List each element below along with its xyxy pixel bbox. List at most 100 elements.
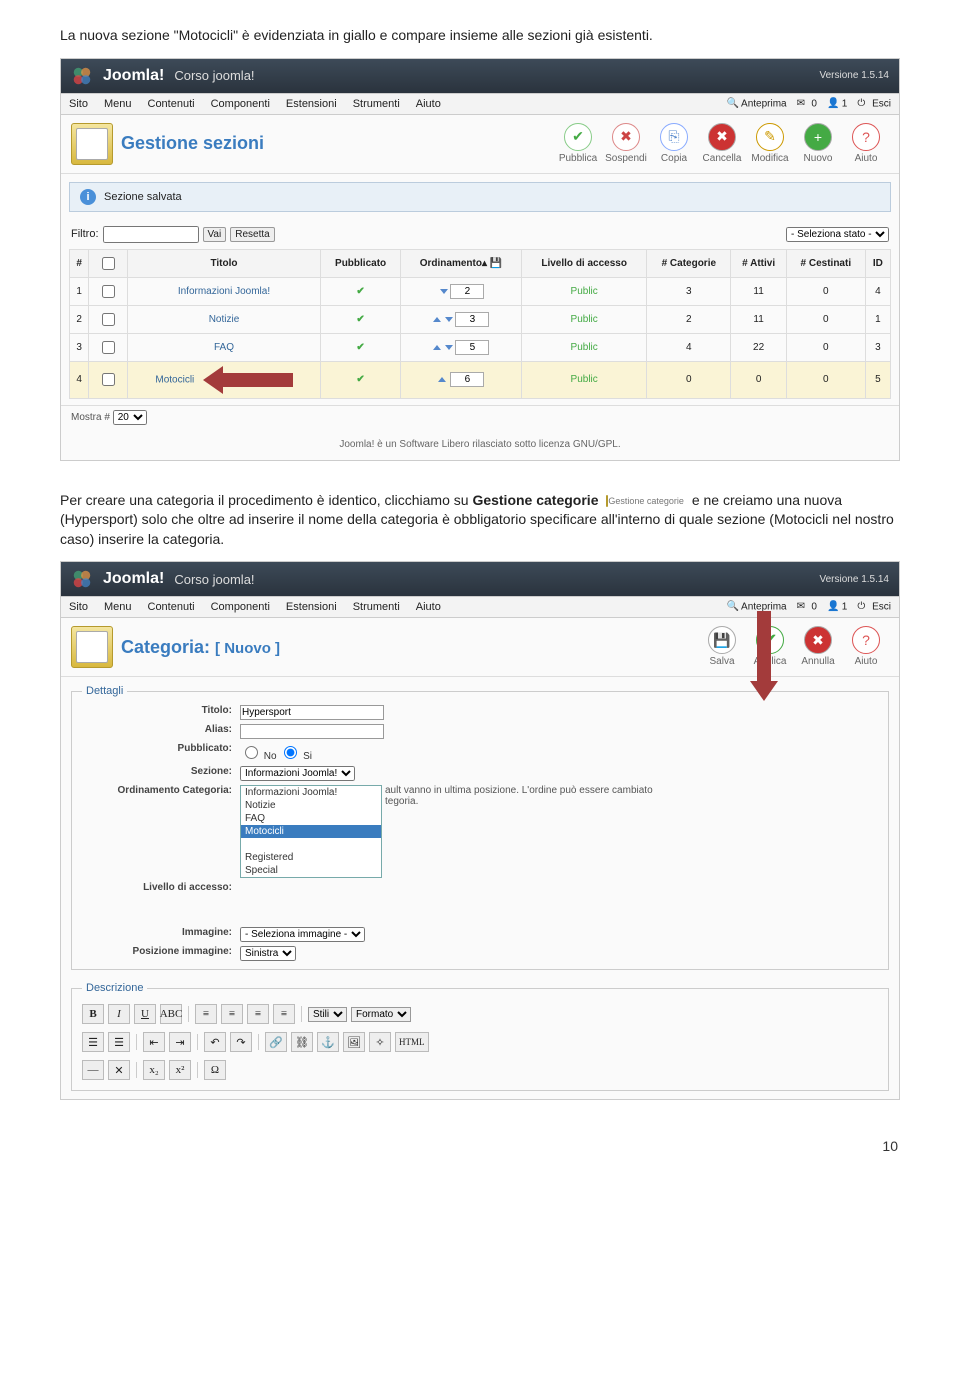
sup-button[interactable]: x² [169,1060,191,1080]
sezione-option[interactable] [241,838,381,851]
col-header[interactable]: Livello di accesso [522,249,647,277]
sezione-option[interactable]: Special [241,864,381,877]
check-all[interactable] [102,257,115,270]
redo-button[interactable]: ↷ [230,1032,252,1052]
select-immagine[interactable]: - Seleziona immagine - [240,927,365,942]
access-level[interactable]: Public [522,305,647,333]
strike-button[interactable]: ABC [160,1004,182,1024]
published-icon[interactable]: ✔ [356,374,364,385]
underline-button[interactable]: U [134,1004,156,1024]
col-header[interactable]: # Categorie [647,249,731,277]
tb-salva-button[interactable]: Salva [699,626,745,667]
order-input[interactable] [455,312,489,327]
menu-contenuti[interactable]: Contenuti [148,98,195,110]
tb-sospendi-button[interactable]: Sospendi [603,123,649,164]
select-imgpos[interactable]: Sinistra [240,946,296,961]
stili-select[interactable]: Stili [308,1007,347,1022]
order-up-icon[interactable] [433,345,441,350]
menu-aiuto[interactable]: Aiuto [416,98,441,110]
sezione-option[interactable]: Notizie [241,799,381,812]
published-icon[interactable]: ✔ [356,314,364,325]
go-button[interactable]: Vai [203,227,227,242]
menu-componenti[interactable]: Componenti [211,601,270,613]
row-title[interactable]: Notizie [127,305,321,333]
save-order-icon[interactable]: 💾 [490,258,502,269]
mostra-select[interactable]: 20 [113,410,147,425]
ol-button[interactable]: ☰ [108,1032,130,1052]
sezione-option[interactable]: Motocicli [241,825,381,838]
row-checkbox[interactable] [102,285,115,298]
row-checkbox[interactable] [102,341,115,354]
radio-si[interactable] [284,746,297,759]
select-sezione[interactable]: Informazioni Joomla! [240,766,355,781]
row-checkbox[interactable] [102,313,115,326]
sezione-dropdown-open[interactable]: Informazioni Joomla!NotizieFAQMotocicli … [240,785,382,878]
col-header[interactable]: Pubblicato [321,249,401,277]
order-down-icon[interactable] [440,289,448,294]
char-button[interactable]: Ω [204,1060,226,1080]
order-input[interactable] [450,372,484,387]
menu-menu[interactable]: Menu [104,601,132,613]
remove-format-button[interactable]: ✕ [108,1060,130,1080]
align-justify-button[interactable]: ≡ [273,1004,295,1024]
indent-button[interactable]: ⇥ [169,1032,191,1052]
order-up-icon[interactable] [433,317,441,322]
align-left-button[interactable]: ≡ [195,1004,217,1024]
tb-aiuto-button[interactable]: Aiuto [843,123,889,164]
formato-select[interactable]: Formato [351,1007,411,1022]
link-button[interactable]: 🔗 [265,1032,287,1052]
menu-aiuto[interactable]: Aiuto [416,601,441,613]
anchor-button[interactable]: ⚓ [317,1032,339,1052]
access-level[interactable]: Public [522,333,647,361]
sezione-option[interactable]: Registered [241,851,381,864]
input-alias[interactable] [240,724,384,739]
menu-sito[interactable]: Sito [69,601,88,613]
italic-button[interactable]: I [108,1004,130,1024]
menu-estensioni[interactable]: Estensioni [286,601,337,613]
col-header[interactable]: Titolo [127,249,321,277]
outdent-button[interactable]: ⇤ [143,1032,165,1052]
radio-no[interactable] [245,746,258,759]
logout-link[interactable]: Esci [872,98,891,109]
row-title[interactable]: Motocicli [127,361,321,398]
anteprima-link[interactable]: Anteprima [741,98,787,109]
state-filter[interactable]: - Seleziona stato - [786,227,889,242]
tb-modifica-button[interactable]: Modifica [747,123,793,164]
col-header[interactable] [89,249,127,277]
access-level[interactable]: Public [522,277,647,305]
tb-annulla-button[interactable]: Annulla [795,626,841,667]
col-header[interactable]: # Attivi [731,249,787,277]
col-header[interactable]: Ordinamento▴ 💾 [400,249,521,277]
menu-contenuti[interactable]: Contenuti [148,601,195,613]
logout-link[interactable]: Esci [872,602,891,613]
image-button[interactable]: 🖼 [343,1032,365,1052]
sub-button[interactable]: x₂ [143,1060,165,1080]
order-input[interactable] [455,340,489,355]
filter-input[interactable] [103,226,199,243]
sezione-option[interactable]: FAQ [241,812,381,825]
menu-menu[interactable]: Menu [104,98,132,110]
clean-button[interactable]: ✧ [369,1032,391,1052]
col-header[interactable]: ID [865,249,890,277]
menu-strumenti[interactable]: Strumenti [353,98,400,110]
align-center-button[interactable]: ≡ [221,1004,243,1024]
row-title[interactable]: FAQ [127,333,321,361]
html-button[interactable]: HTML [395,1032,429,1052]
order-input[interactable] [450,284,484,299]
order-down-icon[interactable] [445,345,453,350]
tb-cancella-button[interactable]: Cancella [699,123,745,164]
access-level[interactable]: Public [522,361,647,398]
order-down-icon[interactable] [445,317,453,322]
menu-sito[interactable]: Sito [69,98,88,110]
undo-button[interactable]: ↶ [204,1032,226,1052]
col-header[interactable]: # Cestinati [786,249,865,277]
sezione-option[interactable]: Informazioni Joomla! [241,786,381,799]
order-up-icon[interactable] [438,377,446,382]
input-titolo[interactable] [240,705,384,720]
ul-button[interactable]: ☰ [82,1032,104,1052]
published-icon[interactable]: ✔ [356,342,364,353]
menu-componenti[interactable]: Componenti [211,98,270,110]
unlink-button[interactable]: ⛓ [291,1032,313,1052]
tb-nuovo-button[interactable]: Nuovo [795,123,841,164]
tb-pubblica-button[interactable]: Pubblica [555,123,601,164]
